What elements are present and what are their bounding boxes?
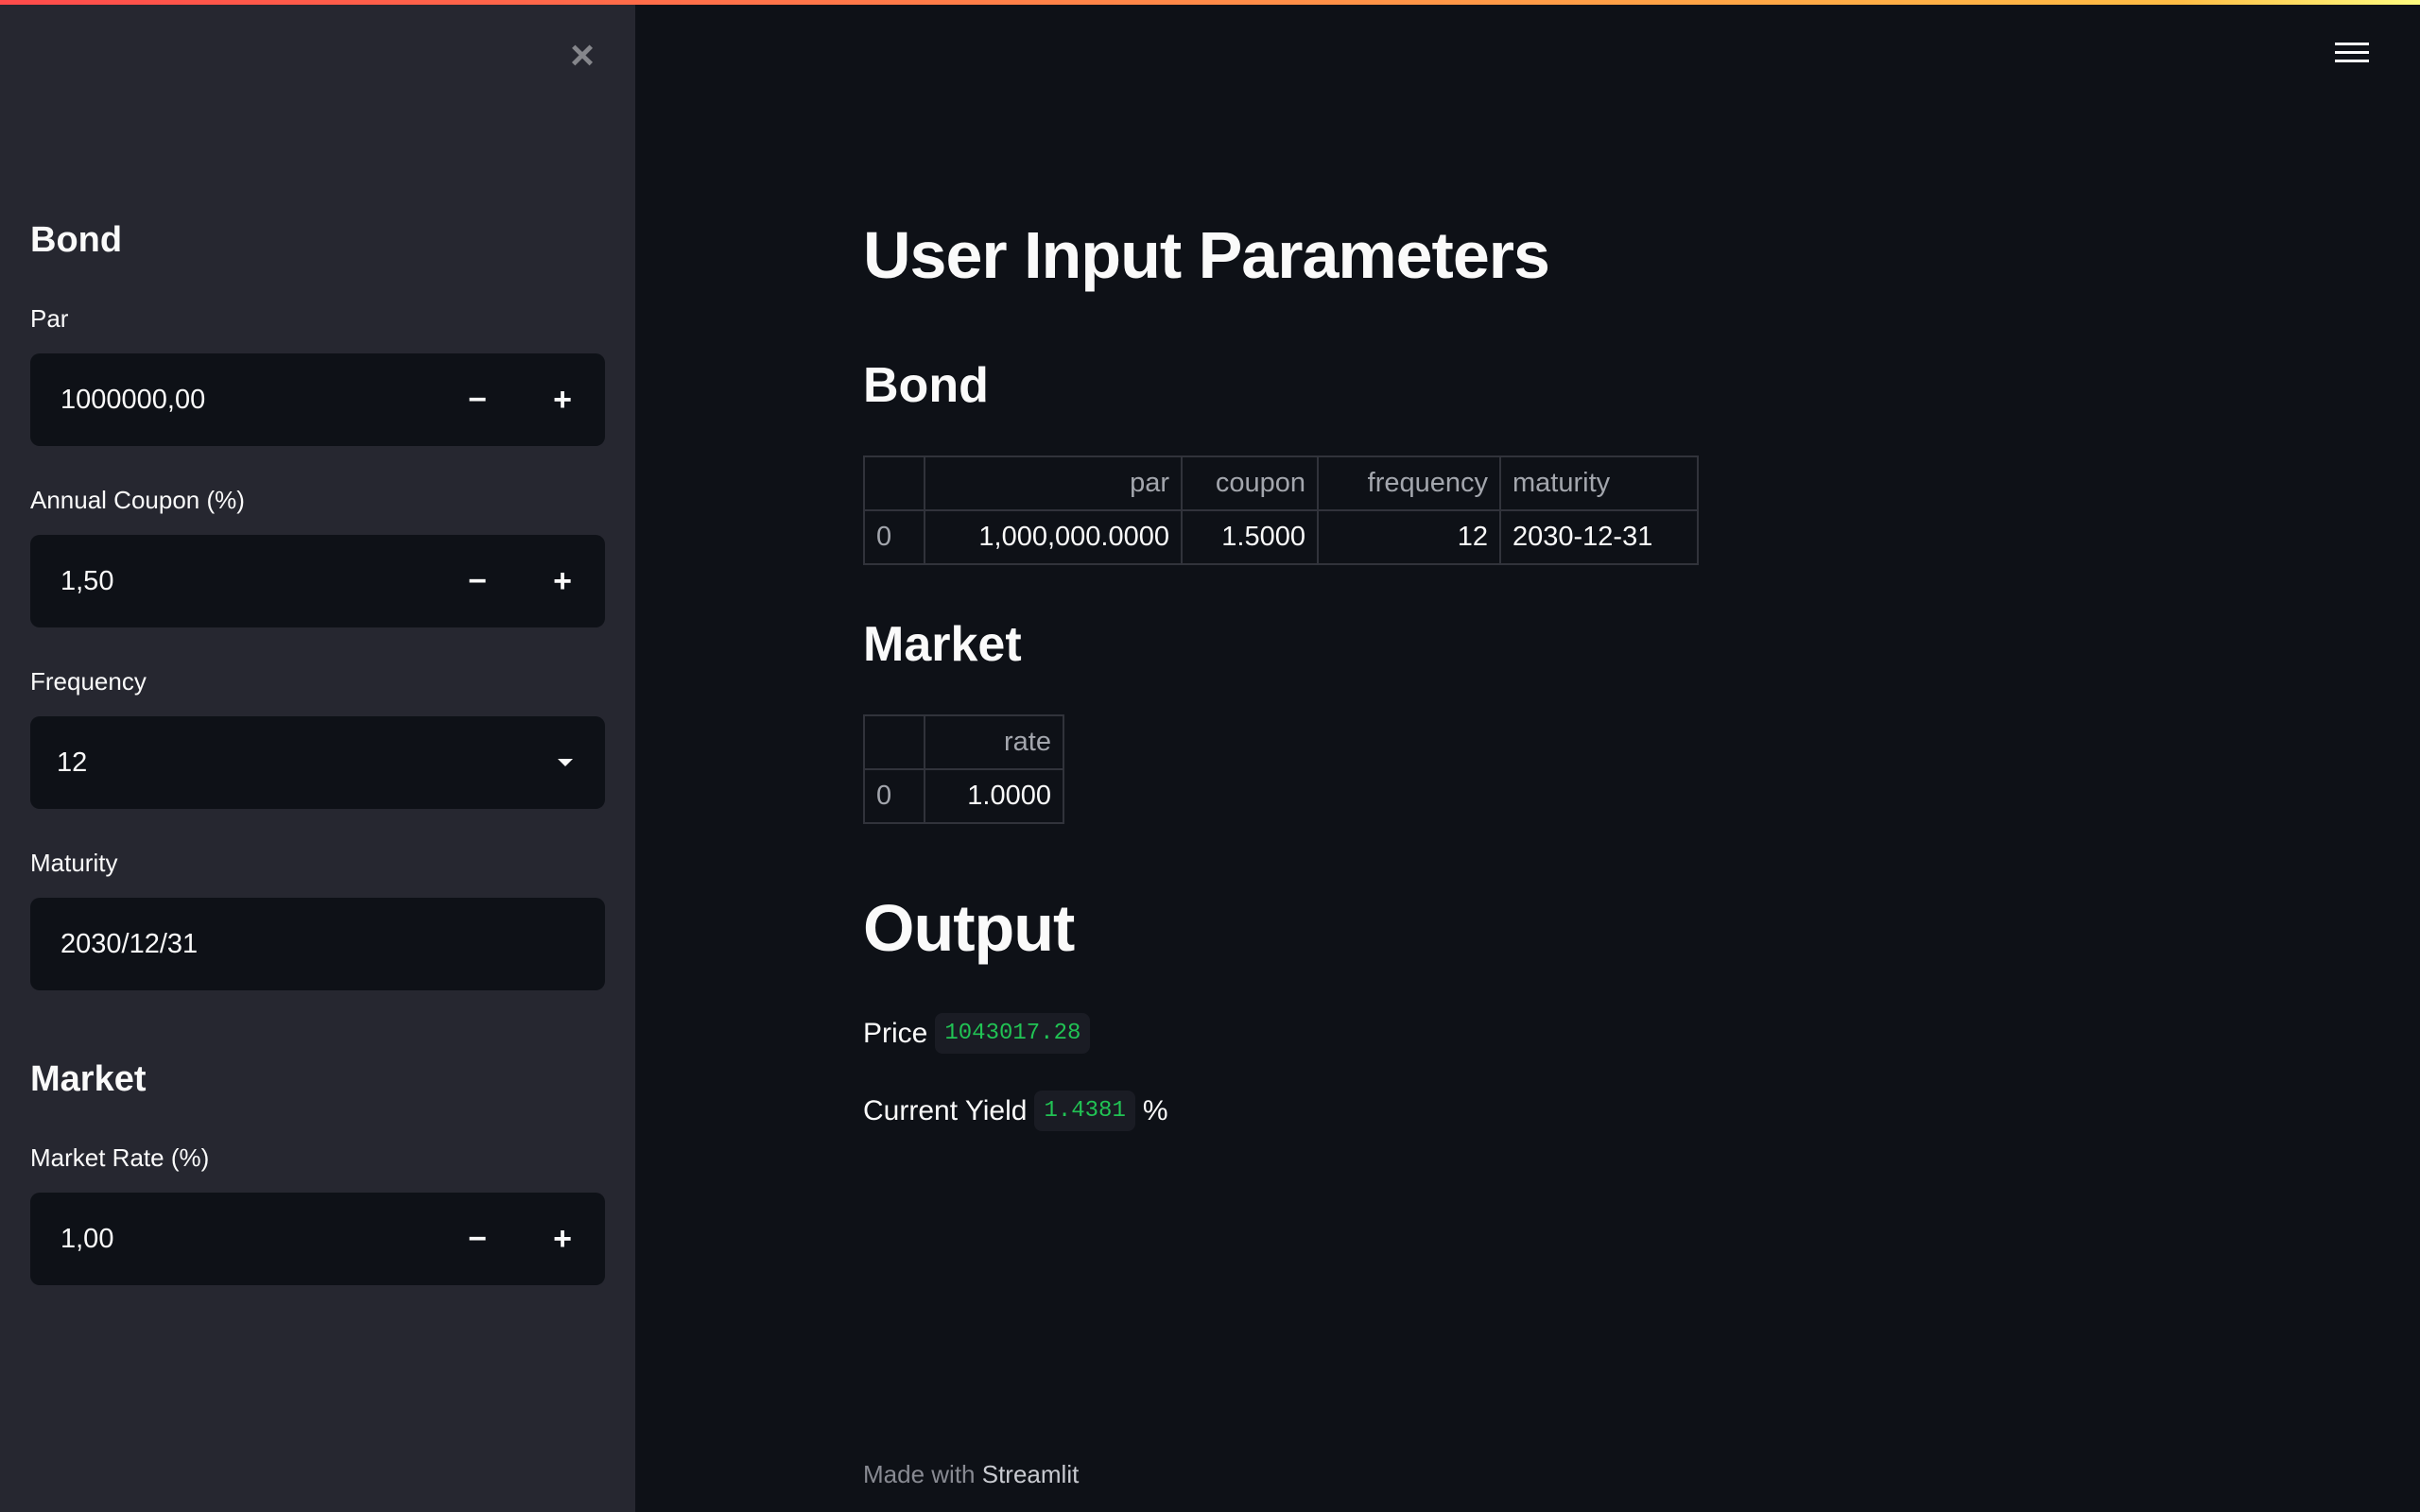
frequency-select[interactable]: 12: [30, 716, 605, 809]
maturity-date-input[interactable]: 2030/12/31: [30, 898, 605, 990]
bond-heading: Bond: [863, 358, 989, 413]
price-label: Price: [863, 1017, 928, 1049]
yield-value: 1.4381: [1034, 1091, 1135, 1131]
market-rate-increment-button[interactable]: +: [520, 1221, 605, 1258]
market-rate-value[interactable]: 1,00: [60, 1224, 435, 1255]
par-input[interactable]: 1000000,00 − +: [30, 353, 605, 446]
par-value[interactable]: 1000000,00: [60, 385, 435, 416]
par-increment-button[interactable]: +: [520, 382, 605, 419]
streamlit-link[interactable]: Streamlit: [982, 1460, 1080, 1488]
market-rate-decrement-button[interactable]: −: [435, 1221, 520, 1258]
coupon-header: coupon: [1181, 455, 1319, 511]
coupon-cell: 1.5000: [1181, 509, 1319, 565]
par-cell: 1,000,000.0000: [924, 509, 1183, 565]
maturity-header: maturity: [1499, 455, 1699, 511]
close-sidebar-icon[interactable]: ×: [563, 33, 601, 78]
footer-prefix: Made with: [863, 1460, 976, 1488]
coupon-value[interactable]: 1,50: [60, 566, 435, 597]
table-header-row: par coupon frequency maturity: [863, 455, 1699, 511]
par-header: par: [924, 455, 1183, 511]
maturity-value[interactable]: 2030/12/31: [60, 929, 605, 960]
row-index: 0: [863, 768, 925, 824]
bond-table: par coupon frequency maturity 0 1,000,00…: [863, 455, 1699, 565]
market-heading: Market: [863, 617, 1022, 672]
chevron-down-icon[interactable]: [558, 759, 573, 766]
index-header: [863, 455, 925, 511]
sidebar-bond-heading: Bond: [30, 220, 123, 260]
market-rate-input[interactable]: 1,00 − +: [30, 1193, 605, 1285]
price-value: 1043017.28: [935, 1013, 1091, 1054]
table-row: 0 1,000,000.0000 1.5000 12 2030-12-31: [863, 509, 1699, 565]
frequency-cell: 12: [1317, 509, 1501, 565]
market-table: rate 0 1.0000: [863, 714, 1064, 824]
index-header: [863, 714, 925, 770]
par-decrement-button[interactable]: −: [435, 382, 520, 419]
frequency-value: 12: [57, 747, 88, 778]
page-title: User Input Parameters: [863, 218, 1550, 292]
row-index: 0: [863, 509, 925, 565]
yield-line: Current Yield 1.4381 %: [863, 1091, 1168, 1131]
price-line: Price 1043017.28: [863, 1013, 1091, 1054]
coupon-label: Annual Coupon (%): [30, 486, 245, 514]
yield-unit: %: [1142, 1094, 1168, 1126]
frequency-header: frequency: [1317, 455, 1501, 511]
sidebar: × Bond Par 1000000,00 − + Annual Coupon …: [0, 5, 635, 1512]
footer: Made with Streamlit: [863, 1460, 1079, 1489]
table-row: 0 1.0000: [863, 768, 1064, 824]
market-rate-label: Market Rate (%): [30, 1143, 210, 1172]
rate-cell: 1.0000: [924, 768, 1064, 824]
coupon-input[interactable]: 1,50 − +: [30, 535, 605, 627]
hamburger-menu-icon[interactable]: [2335, 38, 2369, 66]
output-heading: Output: [863, 891, 1075, 965]
maturity-cell: 2030-12-31: [1499, 509, 1699, 565]
frequency-label: Frequency: [30, 667, 147, 696]
par-label: Par: [30, 304, 69, 333]
yield-label: Current Yield: [863, 1094, 1028, 1126]
table-header-row: rate: [863, 714, 1064, 770]
maturity-label: Maturity: [30, 849, 118, 877]
coupon-decrement-button[interactable]: −: [435, 563, 520, 600]
coupon-increment-button[interactable]: +: [520, 563, 605, 600]
sidebar-market-heading: Market: [30, 1059, 147, 1099]
rate-header: rate: [924, 714, 1064, 770]
